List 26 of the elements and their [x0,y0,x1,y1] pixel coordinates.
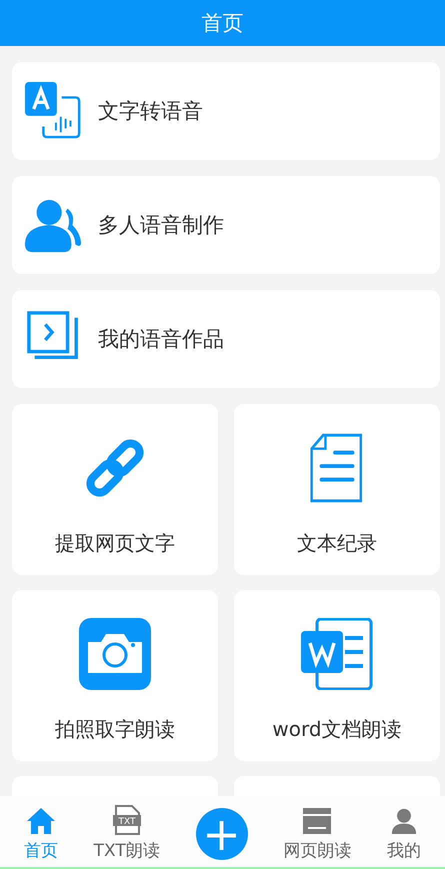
nav-tab[interactable]: 我的 [387,805,422,862]
user-icon [391,807,418,835]
tile-label: 文本纪录 [297,530,377,557]
feature-tile[interactable]: 文本纪录 [234,404,440,575]
tile-label: 提取网页文字 [55,530,175,557]
feature-tile[interactable]: 提取网页文字 [12,404,218,575]
menu-label: 文字转语音 [98,98,203,125]
menu-card[interactable]: 文字转语音 [12,62,440,160]
feature-tile[interactable]: word文档朗读 [234,590,440,761]
tile-label: word文档朗读 [272,716,402,743]
nav-tab[interactable]: TXT TXT朗读 [94,805,160,862]
feature-tile[interactable]: 拍照取字朗读 [12,590,218,761]
text-to-speech-icon [25,82,83,140]
nav-tab[interactable]: 网页朗读 [283,805,352,862]
tile-label: 拍照取字朗读 [55,716,175,743]
browser-window-icon [302,807,332,835]
camera-icon [79,618,151,690]
txt-file-icon: TXT [112,805,142,835]
home-icon [26,807,56,835]
menu-label: 我的语音作品 [98,326,224,353]
document-icon [310,432,364,504]
menu-card[interactable]: 多人语音制作 [12,176,440,274]
menu-label: 多人语音制作 [98,212,224,239]
page-title: 首页 [202,10,244,37]
menu-card[interactable]: 我的语音作品 [12,290,440,388]
word-document-icon [301,618,373,690]
